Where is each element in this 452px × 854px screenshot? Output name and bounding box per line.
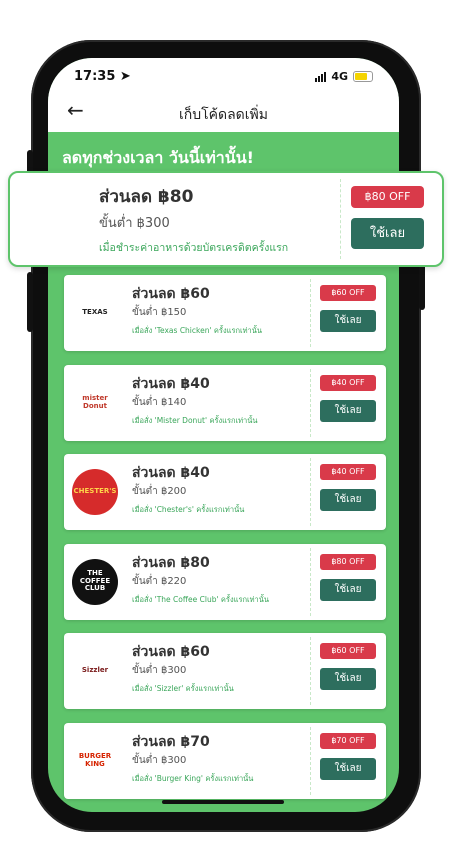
coupon-card: CHESTER'S ส่วนลด ฿40 ขั้นต่ำ ฿200 เมื่อสั่ง… [64,454,386,530]
brand-logo-text: TEXAS [82,308,108,317]
coupon-min: ขั้นต่ำ ฿300 [132,665,187,676]
off-badge: ฿40 OFF [320,464,376,480]
use-coupon-button[interactable]: ใช้เลย [320,399,376,422]
coupon-condition: เมื่อสั่ง 'Chester's' ครั้งแรกเท่านั้น [132,505,245,514]
coupon-min: ขั้นต่ำ ฿220 [132,575,187,587]
coupon-min: ขั้นต่ำ ฿300 [132,754,187,766]
brand-logo-text: CHESTER'S [73,487,117,496]
dashed-divider [310,726,311,795]
coupon-title: ส่วนลด ฿40 [132,465,210,481]
coupon-condition: เมื่อสั่ง 'Mister Donut' ครั้งแรกเท่านั้… [132,415,258,425]
promo-banner-text: ลดทุกช่วงเวลา วันนี้เท่านั้น! [62,148,254,167]
coupon-min: ขั้นต่ำ ฿140 [132,396,187,408]
coupon-title: ส่วนลด ฿40 [132,375,210,392]
brand-logo: THE COFFEE CLUB [72,558,118,605]
coupon-card: mister Donut ส่วนลด ฿40 ขั้นต่ำ ฿140 เมื่อส… [64,364,386,441]
coupon-card: TEXAS ส่วนลด ฿60 ขั้นต่ำ ฿150 เมื่อสั่ง 'Te… [64,275,386,351]
status-icons: 4G [315,70,373,83]
top-bar: 17:35 ➤ 4G ← เก็บโค้ดลดเพิ่ม [48,58,399,132]
page-title: เก็บโค้ดลดเพิ่ม [178,107,269,123]
coupon-title: ส่วนลด ฿80 [132,554,210,571]
dashed-divider [310,279,311,347]
status-time: 17:35 ➤ [74,69,131,84]
coupon-card: BURGER KING ส่วนลด ฿70 ขั้นต่ำ ฿300 เมื่อสั… [64,722,386,799]
use-coupon-button[interactable]: ใช้เลย [320,668,376,690]
featured-use-button[interactable]: ใช้เลย [351,218,424,249]
featured-min: ขั้นต่ำ ฿300 [99,216,170,231]
off-badge: ฿60 OFF [320,643,376,659]
off-badge: ฿80 OFF [320,553,376,570]
off-badge: ฿60 OFF [320,285,376,301]
coupon-condition: เมื่อสั่ง 'The Coffee Club' ครั้งแรกเท่า… [132,594,269,604]
brand-logo: BURGER KING [72,737,118,784]
coupon-condition: เมื่อสั่ง 'Sizzler' ครั้งแรกเท่านั้น [132,684,234,693]
dashed-divider [340,179,341,259]
coupon-card: Sizzler ส่วนลด ฿60 ขั้นต่ำ ฿300 เมื่อสั่ง '… [64,633,386,709]
brand-logo-text: THE COFFEE CLUB [79,568,111,593]
off-badge: ฿70 OFF [320,732,376,749]
dashed-divider [310,547,311,616]
brand-logo: Sizzler [72,648,118,694]
brand-logo: CHESTER'S [72,469,118,515]
brand-logo-text: mister Donut [82,393,108,410]
dashed-divider [310,637,311,705]
brand-logo: TEXAS [72,290,118,336]
coupon-title: ส่วนลด ฿60 [132,644,210,660]
battery-icon [353,71,373,82]
brand-logo: mister Donut [72,379,118,426]
use-coupon-button[interactable]: ใช้เลย [320,757,376,780]
use-coupon-button[interactable]: ใช้เลย [320,489,376,511]
use-coupon-button[interactable]: ใช้เลย [320,578,376,601]
off-badge: ฿40 OFF [320,374,376,391]
side-button-left-3 [27,272,33,332]
coupon-card: THE COFFEE CLUB ส่วนลด ฿80 ขั้นต่ำ ฿220 เมื… [64,543,386,620]
coupon-condition: เมื่อสั่ง 'Texas Chicken' ครั้งแรกเท่านั… [132,326,262,335]
use-coupon-button[interactable]: ใช้เลย [320,310,376,332]
network-label: 4G [331,70,348,83]
signal-icon [315,71,327,82]
dashed-divider [310,458,311,526]
coupon-min: ขั้นต่ำ ฿200 [132,486,187,497]
dashed-divider [310,368,311,437]
featured-title: ส่วนลด ฿80 [99,187,194,207]
featured-off-badge: ฿80 OFF [351,186,424,208]
coupon-min: ขั้นต่ำ ฿150 [132,307,187,318]
coupon-title: ส่วนลด ฿60 [132,286,210,302]
coupon-condition: เมื่อสั่ง 'Burger King' ครั้งแรกเท่านั้น [132,773,254,783]
brand-logo-text: Sizzler [81,666,109,675]
home-indicator[interactable] [162,800,284,804]
featured-condition: เมื่อชำระค่าอาหารด้วยบัตรเครดิตครั้งแรก [99,242,289,254]
featured-coupon-card: ส่วนลด ฿80 ขั้นต่ำ ฿300 เมื่อชำระค่าอาหา… [8,171,444,267]
coupon-title: ส่วนลด ฿70 [132,733,210,750]
brand-logo-text: BURGER KING [78,751,112,768]
